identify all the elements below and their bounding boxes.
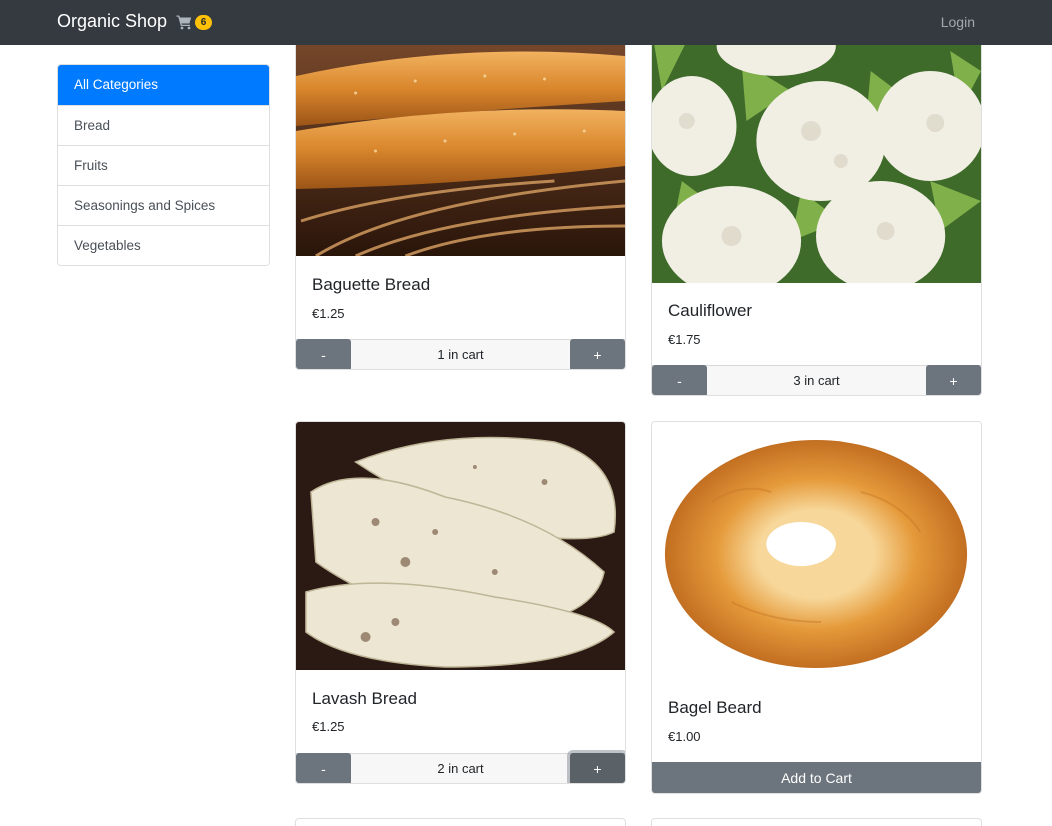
login-link[interactable]: Login [941, 14, 975, 30]
product-price: €1.75 [668, 332, 701, 347]
category-vegetables[interactable]: Vegetables [58, 225, 269, 265]
shopping-cart-link[interactable]: 6 [176, 12, 212, 32]
product-price: €1.00 [668, 729, 701, 744]
cart-controls: - 1 in cart + [296, 339, 625, 369]
cart-controls: - 2 in cart + [296, 753, 625, 783]
category-all[interactable]: All Categories [58, 65, 269, 105]
cart-quantity: 2 in cart [437, 761, 484, 776]
product-price: €1.25 [312, 719, 345, 734]
decrease-quantity-button[interactable]: - [296, 753, 351, 783]
product-card: Baguette Bread €1.25 - 1 in cart + [295, 30, 626, 370]
product-title: Baguette Bread [312, 275, 431, 294]
add-to-cart-button[interactable]: Add to Cart [652, 762, 981, 793]
category-seasonings[interactable]: Seasonings and Spices [58, 185, 269, 225]
increase-quantity-button[interactable]: + [570, 753, 625, 783]
product-price: €1.25 [312, 306, 345, 321]
navbar: Organic Shop 6 Login [0, 0, 1052, 45]
decrease-quantity-button[interactable]: - [296, 339, 351, 369]
cart-quantity: 3 in cart [793, 373, 840, 388]
category-list: All Categories Bread Fruits Seasonings a… [57, 64, 270, 266]
decrease-quantity-button[interactable]: - [652, 365, 707, 395]
shopping-cart-icon [176, 15, 192, 30]
product-title: Bagel Beard [668, 698, 762, 717]
product-card-partial [295, 818, 626, 826]
cart-controls: - 3 in cart + [652, 365, 981, 395]
product-card: Lavash Bread €1.25 - 2 in cart + [295, 421, 626, 784]
cart-quantity: 1 in cart [437, 347, 484, 362]
product-card-partial [651, 818, 982, 826]
product-title: Cauliflower [668, 301, 753, 320]
product-title: Lavash Bread [312, 689, 417, 708]
product-image [652, 422, 981, 677]
category-bread[interactable]: Bread [58, 105, 269, 145]
increase-quantity-button[interactable]: + [570, 339, 625, 369]
brand-link[interactable]: Organic Shop [57, 11, 167, 32]
product-card: Bagel Beard €1.00 Add to Cart [651, 421, 982, 794]
increase-quantity-button[interactable]: + [926, 365, 981, 395]
product-image [296, 31, 625, 256]
product-image [296, 422, 625, 670]
category-fruits[interactable]: Fruits [58, 145, 269, 185]
cart-count-badge: 6 [195, 14, 212, 30]
product-card: Cauliflower €1.75 - 3 in cart + [651, 30, 982, 396]
product-image [652, 31, 981, 283]
